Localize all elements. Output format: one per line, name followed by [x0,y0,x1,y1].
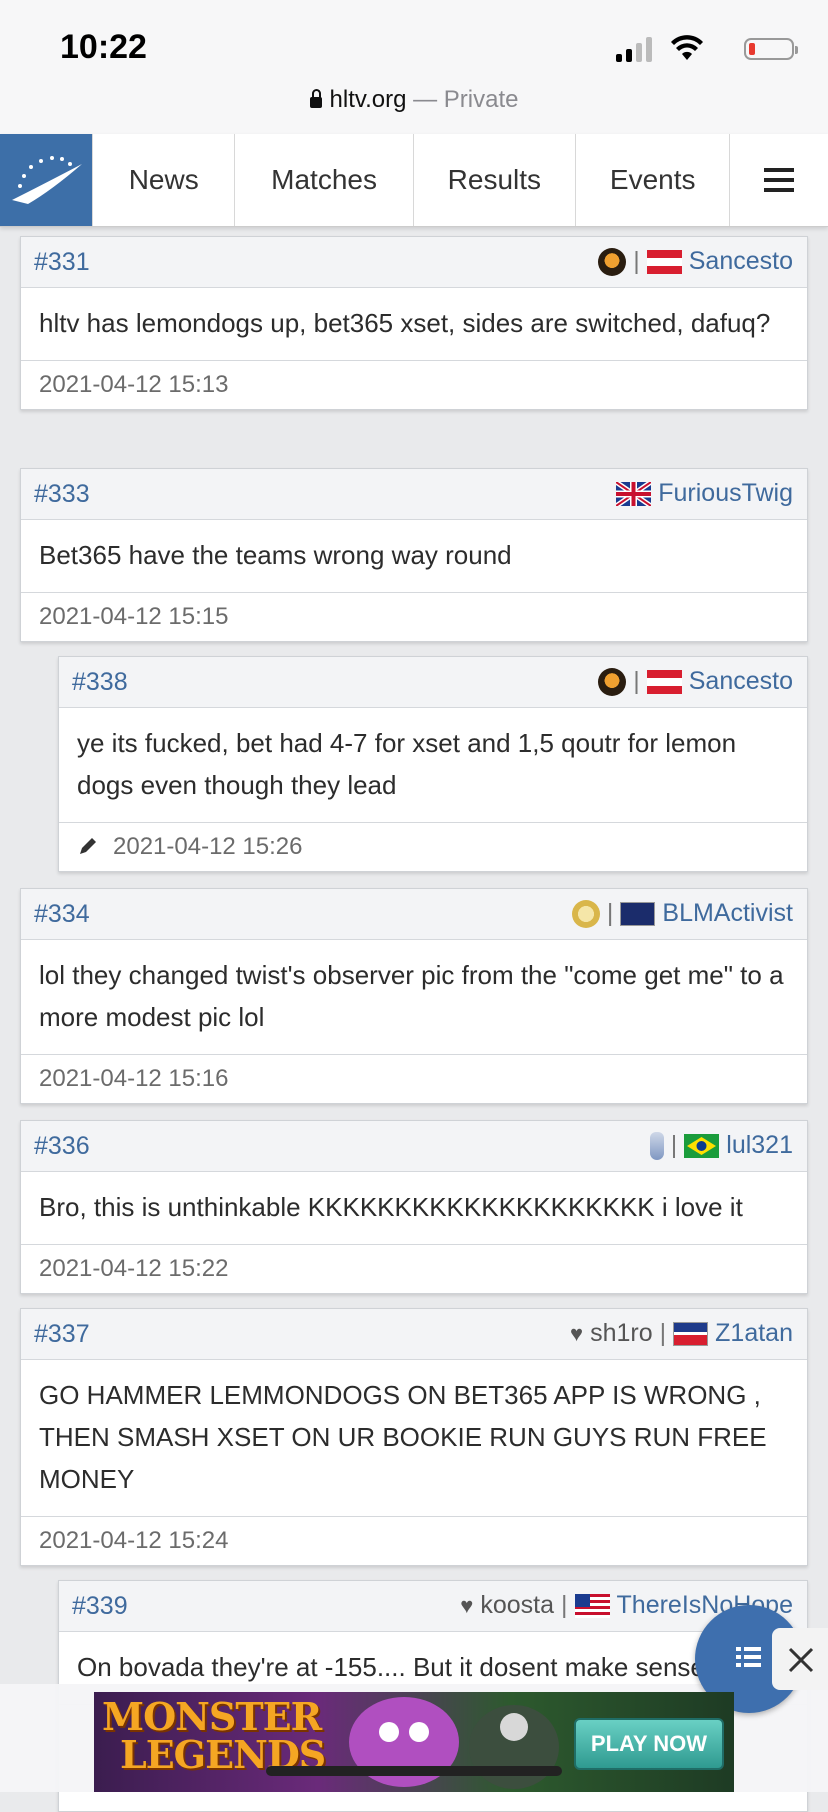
url-domain: hltv.org [329,86,407,113]
forum-post: #333 FuriousTwig Bet365 have the teams w… [20,468,808,642]
post-author[interactable]: Sancesto [689,667,793,696]
forum-post-reply: #338 | Sancesto ye its fucked, bet had 4… [58,656,808,872]
post-author[interactable]: Sancesto [689,247,793,276]
hltv-logo-icon [12,156,82,204]
flag-usa-icon [574,1593,610,1618]
flag-uk-icon [616,481,652,506]
post-author[interactable]: Z1atan [715,1319,793,1348]
post-number[interactable]: #334 [34,900,90,929]
ad-title: MONSTER LEGENDS [102,1694,326,1777]
post-date: 2021-04-12 15:13 [39,371,229,398]
site-nav: News Matches Results Events [0,134,828,227]
flag-icon [673,1321,709,1346]
forum-post: #337 ♥ sh1ro | Z1atan GO HAMMER LEMMONDO… [20,1308,808,1566]
post-body: hltv has lemondogs up, bet365 xset, side… [21,288,807,361]
ad-banner[interactable]: MONSTER LEGENDS PLAY NOW [94,1692,734,1792]
close-ad-button[interactable] [772,1628,828,1690]
team-logo-icon [598,247,627,276]
menu-icon [764,168,795,172]
status-bar: 10:22 hltv.org — Private [0,0,828,134]
play-now-button[interactable]: PLAY NOW [574,1718,724,1770]
post-body: Bro, this is unthinkable KKKKKKKKKKKKKKK… [21,1172,807,1245]
flag-icon [620,901,656,926]
trophy-icon [649,1131,664,1160]
post-author[interactable]: lul321 [726,1131,793,1160]
flag-austria-icon [646,249,682,274]
post-date: 2021-04-12 15:16 [39,1065,229,1092]
post-author[interactable]: FuriousTwig [658,479,793,508]
favorite-player[interactable]: koosta [480,1591,554,1620]
favorite-player[interactable]: sh1ro [590,1319,653,1348]
post-number[interactable]: #337 [34,1320,90,1349]
post-number[interactable]: #339 [72,1592,128,1621]
post-body: ye its fucked, bet had 4-7 for xset and … [59,708,807,823]
battery-icon [744,38,798,60]
heart-icon: ♥ [570,1320,584,1346]
post-body: lol they changed twist's observer pic fr… [21,940,807,1055]
post-body: Bet365 have the teams wrong way round [21,520,807,593]
wifi-icon [671,35,703,60]
cellular-signal-icon [616,36,654,62]
close-icon [788,1647,814,1673]
forum-post: #334 | BLMActivist lol they changed twis… [20,888,808,1104]
nav-results[interactable]: Results [412,134,575,226]
flag-austria-icon [646,669,682,694]
post-number[interactable]: #333 [34,480,90,509]
nav-matches[interactable]: Matches [234,134,412,226]
monster-art-icon [349,1697,559,1789]
status-time: 10:22 [60,28,147,66]
forum-post: #331 | Sancesto hltv has lemondogs up, b… [20,236,808,410]
post-body: GO HAMMER LEMMONDOGS ON BET365 APP IS WR… [21,1360,807,1517]
hamburger-menu-button[interactable] [729,134,828,226]
post-number[interactable]: #336 [34,1132,90,1161]
post-date: 2021-04-12 15:24 [39,1527,229,1554]
team-logo-icon [571,899,600,928]
pencil-edit-icon [80,838,96,854]
post-author[interactable]: BLMActivist [662,899,793,928]
flag-brazil-icon [684,1133,720,1158]
team-logo-icon [598,667,627,696]
nav-news[interactable]: News [92,134,234,226]
post-date-edited: 2021-04-12 15:26 [59,823,807,871]
home-indicator [266,1766,562,1776]
address-bar[interactable]: hltv.org — Private [0,86,828,114]
post-number[interactable]: #338 [72,668,128,697]
post-date: 2021-04-12 15:22 [39,1255,229,1282]
hltv-logo[interactable] [0,134,92,226]
nav-events[interactable]: Events [575,134,729,226]
heart-icon: ♥ [460,1592,474,1618]
lock-icon [309,89,322,108]
post-number[interactable]: #331 [34,248,90,277]
post-date: 2021-04-12 15:15 [39,603,229,630]
forum-post: #336 | lul321 Bro, this is unthinkable K… [20,1120,808,1294]
private-label: — Private [406,86,519,113]
